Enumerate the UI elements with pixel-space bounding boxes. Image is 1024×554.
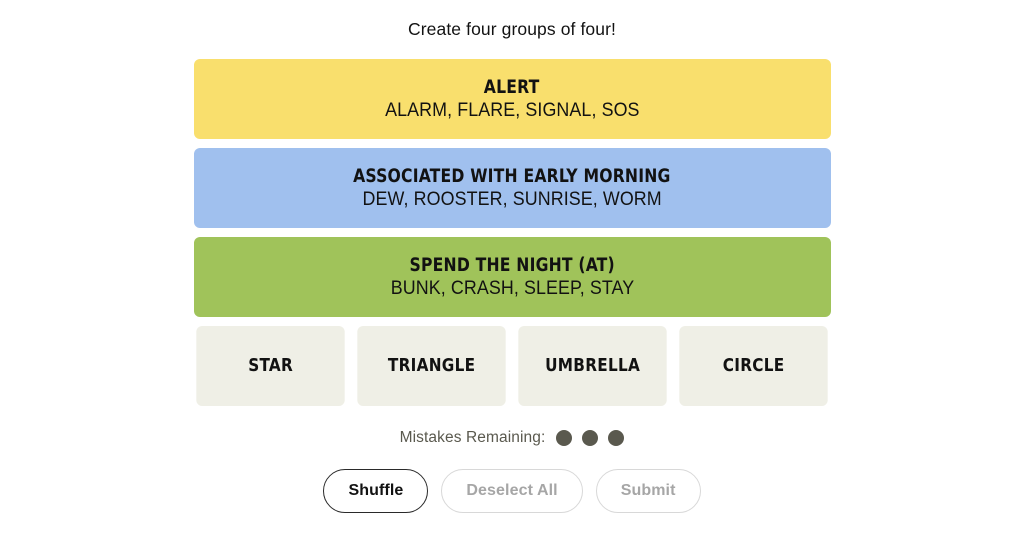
connections-game: Create four groups of four! ALERT ALARM,… <box>0 0 1024 554</box>
word-tile-umbrella[interactable]: UMBRELLA <box>518 326 667 406</box>
solved-group-yellow: ALERT ALARM, FLARE, SIGNAL, SOS <box>193 59 831 139</box>
word-tile-triangle[interactable]: TRIANGLE <box>357 326 506 406</box>
solved-group-green: SPEND THE NIGHT (AT) BUNK, CRASH, SLEEP,… <box>193 237 831 317</box>
solved-group-category: ALERT <box>484 76 540 98</box>
mistakes-label: Mistakes Remaining: <box>399 429 546 446</box>
solved-group-category: ASSOCIATED WITH EARLY MORNING <box>353 165 671 187</box>
shuffle-button[interactable]: Shuffle <box>323 469 429 513</box>
mistake-dots <box>556 430 625 446</box>
word-tile-star[interactable]: STAR <box>195 326 345 406</box>
word-tile-circle[interactable]: CIRCLE <box>679 326 829 406</box>
mistake-dot-icon <box>608 430 625 446</box>
mistake-dot-icon <box>582 430 599 446</box>
solved-group-words: ALARM, FLARE, SIGNAL, SOS <box>384 99 640 121</box>
solved-group-blue: ASSOCIATED WITH EARLY MORNING DEW, ROOST… <box>193 148 831 228</box>
control-buttons: Shuffle Deselect All Submit <box>323 469 701 513</box>
solved-group-category: SPEND THE NIGHT (AT) <box>409 254 615 276</box>
game-board: ALERT ALARM, FLARE, SIGNAL, SOS ASSOCIAT… <box>193 59 831 406</box>
mistake-dot-icon <box>556 430 573 446</box>
solved-group-words: DEW, ROOSTER, SUNRISE, WORM <box>362 188 662 210</box>
submit-button[interactable]: Submit <box>595 469 701 513</box>
solved-group-words: BUNK, CRASH, SLEEP, STAY <box>390 277 634 299</box>
mistakes-remaining: Mistakes Remaining: <box>400 429 625 447</box>
deselect-all-button[interactable]: Deselect All <box>441 469 583 513</box>
page-title: Create four groups of four! <box>408 19 616 39</box>
remaining-tiles-row: STAR TRIANGLE UMBRELLA CIRCLE <box>194 326 831 406</box>
